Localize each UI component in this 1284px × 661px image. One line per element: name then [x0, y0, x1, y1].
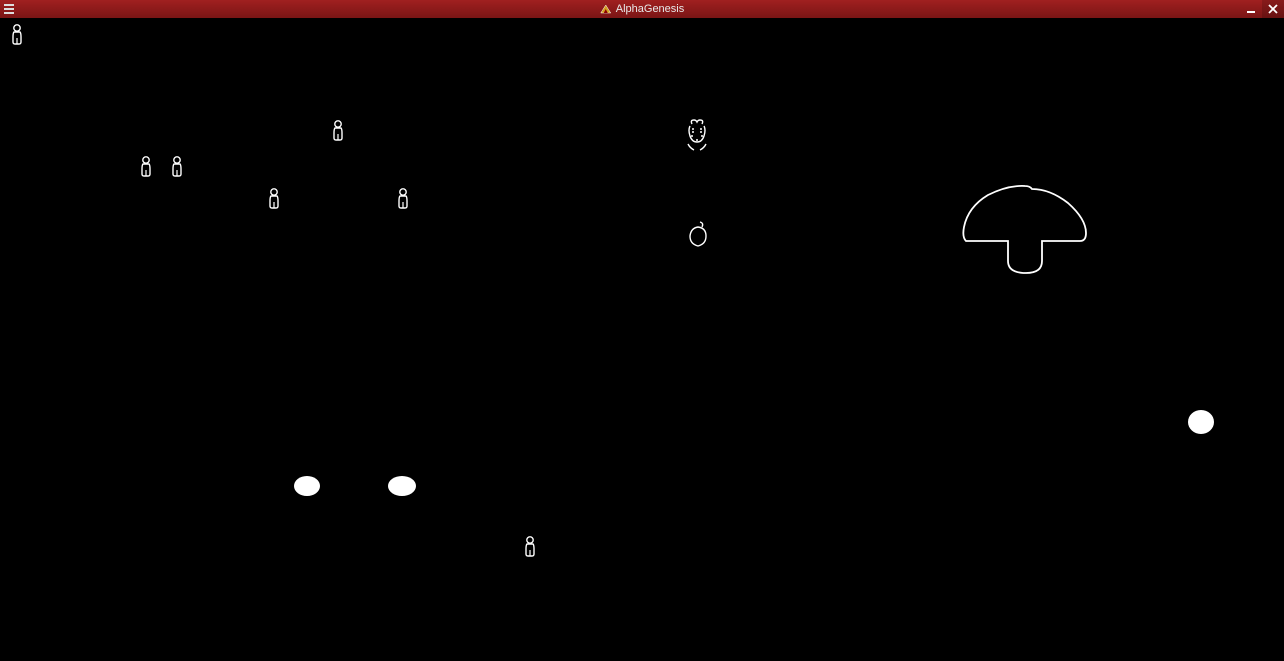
person-sprite: [396, 188, 410, 210]
creature-sprite: [682, 118, 712, 154]
app-icon: [600, 3, 612, 15]
close-button[interactable]: [1262, 0, 1284, 18]
person-sprite: [10, 24, 24, 46]
orb-sprite: [294, 476, 320, 496]
person-sprite: [267, 188, 281, 210]
titlebar-center: AlphaGenesis: [600, 3, 685, 15]
orb-sprite: [388, 476, 416, 496]
orb-sprite: [1188, 410, 1214, 434]
person-sprite: [139, 156, 153, 178]
person-sprite: [331, 120, 345, 142]
menu-icon[interactable]: [4, 4, 14, 14]
fruit-sprite: [686, 220, 710, 248]
window-titlebar: AlphaGenesis: [0, 0, 1284, 18]
titlebar-left: [0, 4, 14, 14]
mushroom-sprite: [960, 183, 1090, 278]
person-sprite: [523, 536, 537, 558]
minimize-button[interactable]: [1240, 0, 1262, 18]
titlebar-controls: [1240, 0, 1284, 18]
window-title: AlphaGenesis: [616, 3, 685, 15]
game-canvas[interactable]: [0, 18, 1284, 661]
person-sprite: [170, 156, 184, 178]
